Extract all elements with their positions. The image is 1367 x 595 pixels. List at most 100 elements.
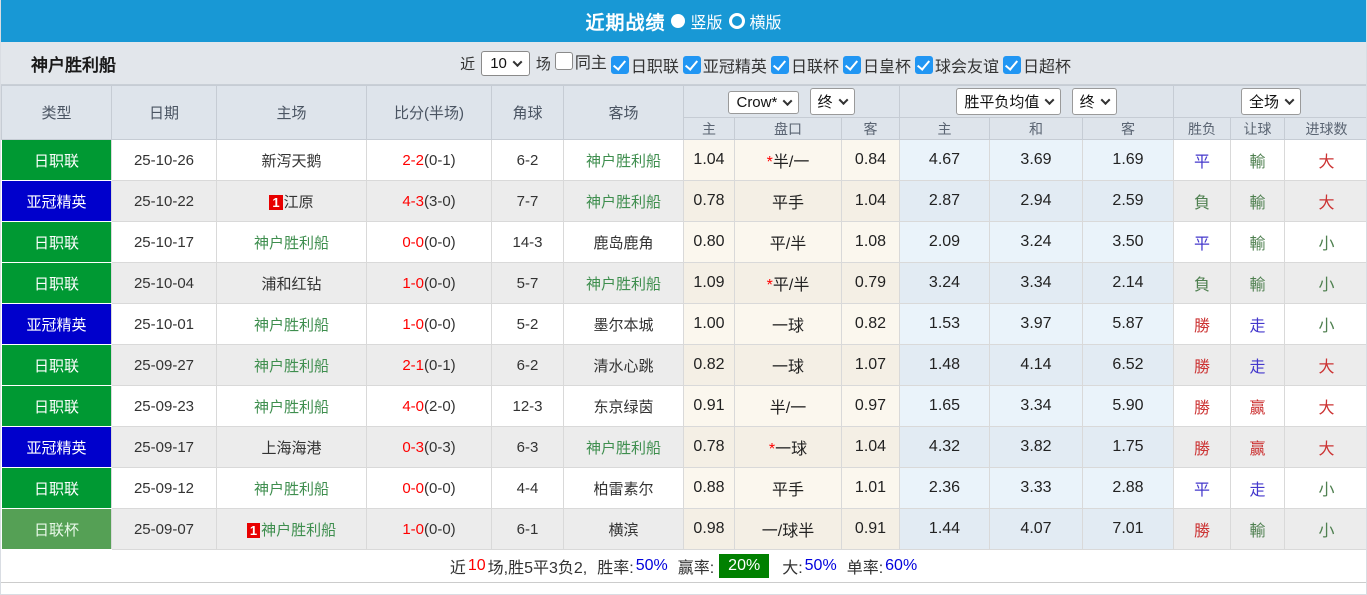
home-team: 浦和红钻 <box>216 262 367 304</box>
home-team: 神户胜利船 <box>216 303 367 345</box>
results-table: 类型 日期 主场 比分(半场) 角球 客场 Crow* 终 胜平负均值 终 全场 <box>1 85 1366 550</box>
home-team: 神户胜利船 <box>216 467 367 509</box>
summary-prefix: 近 <box>449 560 466 577</box>
avg-draw-odds: 3.24 <box>989 221 1083 263</box>
corner-score: 5-7 <box>491 262 564 304</box>
wdl-result: 勝 <box>1173 385 1231 427</box>
layout-radio-vertical[interactable] <box>671 14 686 28</box>
match-score: 0-0(0-0) <box>366 467 492 509</box>
odds-away: 0.84 <box>841 139 900 181</box>
avg-away-odds: 6.52 <box>1082 344 1174 386</box>
subcol-wdl: 胜负 <box>1173 117 1231 140</box>
away-team: 东京绿茵 <box>563 385 684 427</box>
odds-home: 0.88 <box>683 467 735 509</box>
avg-draw-odds: 3.82 <box>989 426 1083 468</box>
match-date: 25-09-23 <box>111 385 217 427</box>
league-filter-checkbox[interactable]: 球会友谊 <box>914 53 999 77</box>
corner-score: 4-4 <box>491 467 564 509</box>
handicap-result: 輸 <box>1230 180 1285 222</box>
col-header-home: 主场 <box>216 85 367 140</box>
layout-radio-vertical-label[interactable]: 竖版 <box>690 9 722 33</box>
league-filter-checkbox[interactable]: 日超杯 <box>1002 53 1071 77</box>
results-tbody: 日职联 25-10-26 新泻天鹅 2-2(0-1) 6-2 神户胜利船 1.0… <box>1 139 1366 550</box>
odds-away: 0.97 <box>841 385 900 427</box>
checkbox-checked-icon[interactable] <box>610 56 629 74</box>
win-rate-label: 胜率: <box>597 560 634 577</box>
home-team: 新泻天鹅 <box>216 139 367 181</box>
subcol-avg-draw: 和 <box>989 117 1083 140</box>
subcol-avg-away: 客 <box>1082 117 1174 140</box>
away-team: 神户胜利船 <box>563 180 684 222</box>
red-number-badge: 1 <box>246 522 261 538</box>
home-team: 1 神户胜利船 <box>216 508 367 550</box>
match-type-badge: 亚冠精英 <box>1 303 112 345</box>
checkbox-checked-icon[interactable] <box>1002 56 1021 74</box>
avg-time-select[interactable]: 终 <box>1071 88 1117 115</box>
match-date: 25-09-17 <box>111 426 217 468</box>
goals-result: 大 <box>1283 385 1366 427</box>
col-header-date: 日期 <box>111 85 217 140</box>
match-type-badge: 日职联 <box>1 221 112 263</box>
summary-count: 10 <box>467 557 486 574</box>
avg-draw-odds: 4.14 <box>989 344 1083 386</box>
filter-bar: 神户胜利船 近 10 场 同主 日职联 亚冠精英 日联杯 日皇杯 球会友谊 日超杯 <box>1 42 1366 85</box>
league-filter-checkbox[interactable]: 同主 <box>554 49 607 73</box>
odds-time-select[interactable]: 终 <box>809 88 855 115</box>
odds-home: 1.00 <box>683 303 735 345</box>
checkbox-checked-icon[interactable] <box>770 56 789 74</box>
match-date: 25-09-12 <box>111 467 217 509</box>
away-team: 清水心跳 <box>563 344 684 386</box>
odds-home: 0.78 <box>683 180 735 222</box>
goals-result: 大 <box>1283 426 1366 468</box>
result-scope-select[interactable]: 全场 <box>1241 88 1302 115</box>
away-team: 神户胜利船 <box>563 262 684 304</box>
handicap-result: 走 <box>1230 467 1285 509</box>
league-filter-checkbox[interactable]: 日职联 <box>610 53 679 77</box>
table-row: 日职联 25-10-26 新泻天鹅 2-2(0-1) 6-2 神户胜利船 1.0… <box>1 139 1366 181</box>
profit-rate-label: 赢率: <box>677 560 715 577</box>
checkbox-checked-icon[interactable] <box>842 56 861 74</box>
match-date: 25-09-27 <box>111 344 217 386</box>
layout-radio-horizontal[interactable] <box>728 13 745 29</box>
match-score: 4-3(3-0) <box>366 180 492 222</box>
odds-home: 0.82 <box>683 344 735 386</box>
odds-away: 1.08 <box>841 221 900 263</box>
league-filter-label: 日联杯 <box>790 59 839 76</box>
goals-result: 大 <box>1283 180 1366 222</box>
checkbox-checked-icon[interactable] <box>682 56 701 74</box>
odds-source-select[interactable]: Crow* <box>728 91 800 114</box>
odds-handicap: 平手 <box>734 467 842 509</box>
subcol-goals: 进球数 <box>1283 117 1366 140</box>
odds-handicap: *平/半 <box>734 262 842 304</box>
odds-away: 1.04 <box>841 180 900 222</box>
league-filter-checkbox[interactable]: 亚冠精英 <box>682 53 767 77</box>
goals-result: 小 <box>1283 221 1366 263</box>
recent-count-select[interactable]: 10 <box>481 50 530 76</box>
checkbox-checked-icon[interactable] <box>914 56 933 74</box>
subcol-let: 让球 <box>1230 117 1285 140</box>
match-score: 2-1(0-1) <box>366 344 492 386</box>
avg-odds-select[interactable]: 胜平负均值 <box>956 88 1062 115</box>
odds-home: 0.80 <box>683 221 735 263</box>
layout-radio-horizontal-label[interactable]: 横版 <box>750 9 782 33</box>
wdl-result: 負 <box>1173 180 1231 222</box>
avg-home-odds: 4.67 <box>899 139 990 181</box>
handicap-result: 赢 <box>1230 426 1285 468</box>
col-header-type: 类型 <box>1 85 112 140</box>
goals-result: 小 <box>1283 303 1366 345</box>
avg-home-odds: 2.87 <box>899 180 990 222</box>
away-team: 神户胜利船 <box>563 139 684 181</box>
col-header-away: 客场 <box>563 85 684 140</box>
league-filter-checkbox[interactable]: 日联杯 <box>770 53 839 77</box>
home-team: 神户胜利船 <box>216 385 367 427</box>
avg-away-odds: 7.01 <box>1082 508 1174 550</box>
wdl-result: 負 <box>1173 262 1231 304</box>
away-team: 柏雷素尔 <box>563 467 684 509</box>
match-type-badge: 日职联 <box>1 467 112 509</box>
avg-away-odds: 2.88 <box>1082 467 1174 509</box>
odds-home: 0.91 <box>683 385 735 427</box>
match-date: 25-10-17 <box>111 221 217 263</box>
league-filter-label: 日皇杯 <box>862 59 911 76</box>
checkbox-unchecked-icon[interactable] <box>554 52 573 70</box>
league-filter-checkbox[interactable]: 日皇杯 <box>842 53 911 77</box>
